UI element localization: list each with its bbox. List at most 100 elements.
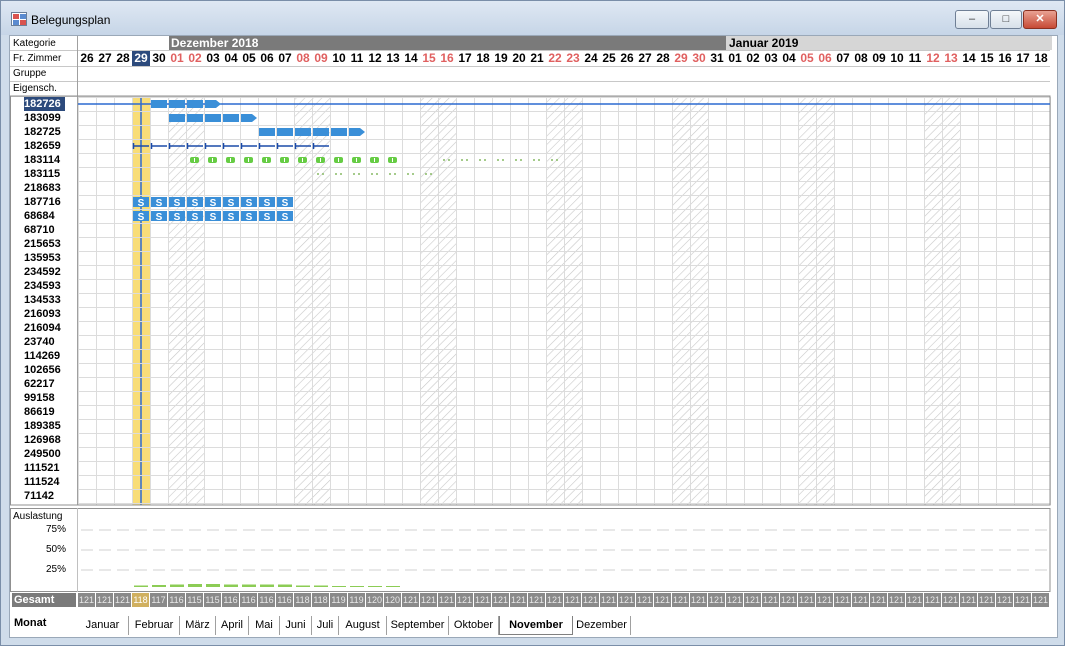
day-header[interactable]: 13 — [942, 51, 960, 66]
day-header[interactable]: 01 — [726, 51, 744, 66]
day-header[interactable]: 28 — [114, 51, 132, 66]
month-tab[interactable]: Juli — [312, 616, 339, 635]
room-label[interactable]: 126968 — [24, 433, 61, 447]
room-label[interactable]: 216094 — [24, 321, 61, 335]
day-header[interactable]: 06 — [816, 51, 834, 66]
month-tab[interactable]: November — [499, 616, 573, 635]
room-label[interactable]: 234593 — [24, 279, 61, 293]
day-header[interactable]: 15 — [978, 51, 996, 66]
day-header[interactable]: 29 — [132, 51, 150, 66]
day-header[interactable]: 22 — [546, 51, 564, 66]
day-header[interactable]: 21 — [528, 51, 546, 66]
room-label[interactable]: 189385 — [24, 419, 61, 433]
day-header[interactable]: 05 — [798, 51, 816, 66]
day-header[interactable]: 16 — [438, 51, 456, 66]
room-label[interactable]: 68710 — [24, 223, 55, 237]
month-tab[interactable]: September — [387, 616, 449, 635]
room-label[interactable]: 86619 — [24, 405, 55, 419]
day-header[interactable]: 18 — [474, 51, 492, 66]
day-header[interactable]: 19 — [492, 51, 510, 66]
month-tab[interactable]: Juni — [280, 616, 312, 635]
room-label[interactable]: 23740 — [24, 335, 55, 349]
day-header[interactable]: 14 — [402, 51, 420, 66]
day-header[interactable]: 17 — [1014, 51, 1032, 66]
month-tab[interactable]: Januar — [77, 616, 129, 635]
room-label[interactable]: 215653 — [24, 237, 61, 251]
day-header[interactable]: 29 — [672, 51, 690, 66]
day-header[interactable]: 01 — [168, 51, 186, 66]
day-header[interactable]: 27 — [636, 51, 654, 66]
day-header[interactable]: 20 — [510, 51, 528, 66]
day-header[interactable]: 13 — [384, 51, 402, 66]
room-label[interactable]: 68684 — [24, 209, 55, 223]
month-tab[interactable]: Dezember — [573, 616, 631, 635]
day-header[interactable]: 07 — [276, 51, 294, 66]
day-header[interactable]: 30 — [150, 51, 168, 66]
day-header[interactable]: 11 — [906, 51, 924, 66]
day-header[interactable]: 26 — [618, 51, 636, 66]
day-header[interactable]: 17 — [456, 51, 474, 66]
day-header[interactable]: 18 — [1032, 51, 1050, 66]
grid-frame — [10, 95, 1051, 506]
room-label[interactable]: 182659 — [24, 139, 61, 153]
room-label[interactable]: 62217 — [24, 377, 55, 391]
close-button[interactable]: ✕ — [1023, 10, 1057, 29]
day-header[interactable]: 03 — [204, 51, 222, 66]
day-header[interactable]: 25 — [600, 51, 618, 66]
room-label[interactable]: 216093 — [24, 307, 61, 321]
day-header[interactable]: 02 — [744, 51, 762, 66]
month-tab[interactable]: Oktober — [449, 616, 499, 635]
day-header[interactable]: 08 — [294, 51, 312, 66]
month-tab[interactable]: April — [216, 616, 249, 635]
room-label[interactable]: 111524 — [24, 475, 60, 489]
room-label[interactable]: 114269 — [24, 349, 60, 363]
day-header[interactable]: 11 — [348, 51, 366, 66]
room-label[interactable]: 182725 — [24, 125, 61, 139]
room-label[interactable]: 218683 — [24, 181, 61, 195]
maximize-button[interactable]: □ — [990, 10, 1022, 29]
day-header[interactable]: 30 — [690, 51, 708, 66]
title-bar[interactable]: Belegungsplan ‒ □ ✕ — [1, 1, 1064, 35]
day-header[interactable]: 06 — [258, 51, 276, 66]
room-label[interactable]: 249500 — [24, 447, 61, 461]
day-header[interactable]: 09 — [870, 51, 888, 66]
day-header[interactable]: 02 — [186, 51, 204, 66]
room-label[interactable]: 187716 — [24, 195, 61, 209]
day-header[interactable]: 08 — [852, 51, 870, 66]
room-label[interactable]: 183099 — [24, 111, 61, 125]
day-header[interactable]: 23 — [564, 51, 582, 66]
day-header[interactable]: 31 — [708, 51, 726, 66]
room-label[interactable]: 71142 — [24, 489, 54, 503]
day-header[interactable]: 10 — [888, 51, 906, 66]
day-header[interactable]: 16 — [996, 51, 1014, 66]
month-tab[interactable]: Mai — [249, 616, 280, 635]
room-label[interactable]: 183115 — [24, 167, 60, 181]
month-tab[interactable]: März — [180, 616, 216, 635]
day-header[interactable]: 15 — [420, 51, 438, 66]
day-header[interactable]: 03 — [762, 51, 780, 66]
minimize-button[interactable]: ‒ — [955, 10, 989, 29]
day-header[interactable]: 04 — [222, 51, 240, 66]
day-header[interactable]: 04 — [780, 51, 798, 66]
day-header[interactable]: 12 — [366, 51, 384, 66]
day-header[interactable]: 27 — [96, 51, 114, 66]
room-label[interactable]: 182726 — [24, 97, 65, 111]
room-label[interactable]: 111521 — [24, 461, 60, 475]
room-label[interactable]: 99158 — [24, 391, 55, 405]
month-tab[interactable]: Februar — [129, 616, 180, 635]
room-label[interactable]: 102656 — [24, 363, 61, 377]
room-label[interactable]: 134533 — [24, 293, 61, 307]
room-label[interactable]: 183114 — [24, 153, 60, 167]
day-header[interactable]: 07 — [834, 51, 852, 66]
day-header[interactable]: 26 — [78, 51, 96, 66]
day-header[interactable]: 09 — [312, 51, 330, 66]
month-tab[interactable]: August — [339, 616, 387, 635]
day-header[interactable]: 05 — [240, 51, 258, 66]
room-label[interactable]: 135953 — [24, 251, 61, 265]
day-header[interactable]: 28 — [654, 51, 672, 66]
day-header[interactable]: 24 — [582, 51, 600, 66]
day-header[interactable]: 14 — [960, 51, 978, 66]
room-label[interactable]: 234592 — [24, 265, 61, 279]
day-header[interactable]: 10 — [330, 51, 348, 66]
day-header[interactable]: 12 — [924, 51, 942, 66]
